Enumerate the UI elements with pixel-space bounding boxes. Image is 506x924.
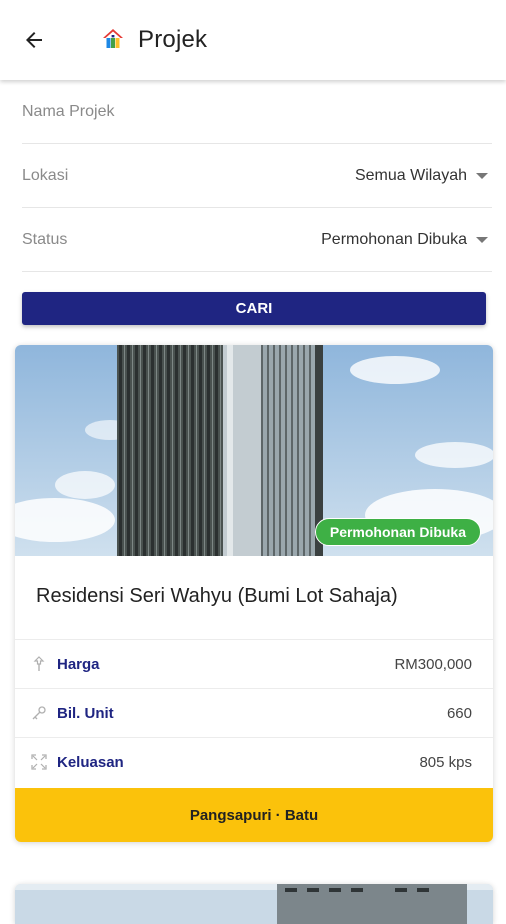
status-select[interactable]: Permohonan Dibuka: [321, 231, 492, 249]
detail-label: Bil. Unit: [57, 704, 114, 722]
project-card-next[interactable]: [15, 884, 493, 924]
page-title: Projek: [138, 26, 208, 53]
detail-value: 660: [446, 704, 472, 722]
project-title: Residensi Seri Wahyu (Bumi Lot Sahaja): [36, 585, 398, 607]
app-bar: Projek: [0, 0, 506, 80]
status-row: Status Permohonan Dibuka: [22, 208, 492, 272]
arrow-left-icon: [26, 32, 42, 48]
chevron-down-icon: [476, 236, 488, 243]
detail-row-price: Harga RM300,000: [15, 639, 493, 688]
project-name-field[interactable]: Nama Projek: [22, 80, 492, 144]
back-button[interactable]: [22, 22, 70, 58]
expand-arrows-icon: [31, 754, 47, 770]
location-select[interactable]: Semua Wilayah: [355, 167, 492, 185]
price-tag-icon: [33, 656, 45, 671]
status-label: Status: [22, 230, 68, 248]
detail-row-area: Keluasan 805 kps: [15, 737, 493, 786]
detail-label: Harga: [57, 655, 100, 673]
search-button[interactable]: CARI: [22, 292, 486, 325]
detail-row-units: Bil. Unit 660: [15, 688, 493, 737]
project-type-footer: Pangsapuri · Batu: [15, 788, 493, 842]
key-icon: [32, 706, 46, 720]
project-image: Permohonan Dibuka: [15, 345, 493, 556]
project-name-placeholder: Nama Projek: [22, 102, 115, 120]
status-badge: Permohonan Dibuka: [314, 518, 481, 546]
location-label: Lokasi: [22, 166, 69, 184]
location-value: Semua Wilayah: [354, 166, 467, 184]
detail-value: RM300,000: [394, 655, 472, 673]
location-row: Lokasi Semua Wilayah: [22, 144, 492, 208]
detail-value: 805 kps: [419, 753, 472, 771]
project-card[interactable]: Permohonan Dibuka Residensi Seri Wahyu (…: [15, 345, 493, 842]
status-value: Permohonan Dibuka: [321, 230, 467, 248]
chevron-down-icon: [476, 172, 488, 179]
detail-label: Keluasan: [57, 753, 124, 771]
house-logo-icon: [103, 29, 123, 48]
